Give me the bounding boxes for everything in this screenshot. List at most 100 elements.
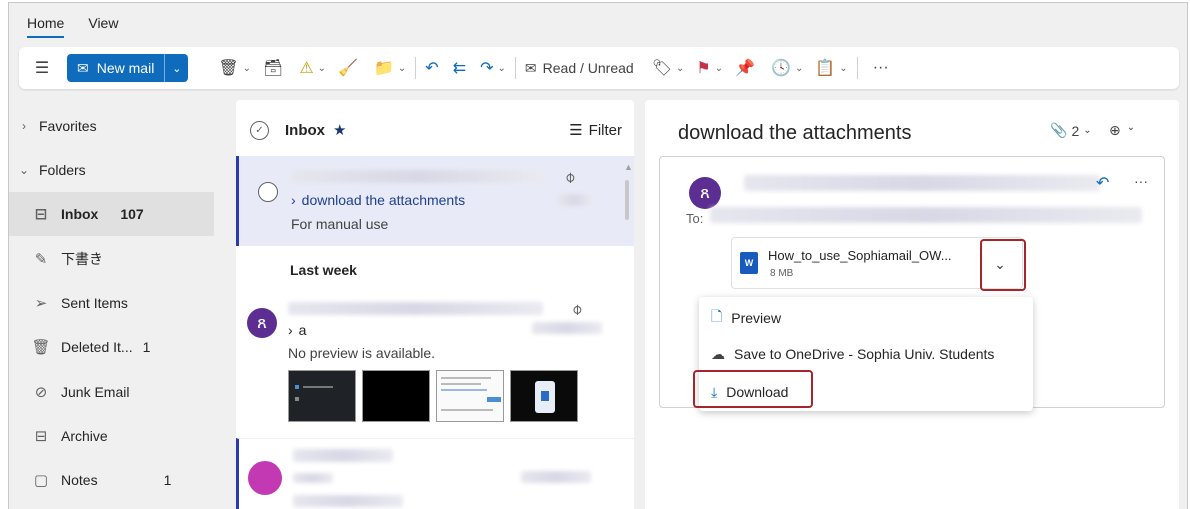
chevron-down-icon: ⌄ — [1083, 125, 1092, 136]
attachment-size: 8 MB — [770, 268, 794, 279]
chevron-down-icon: ⌄ — [397, 62, 407, 74]
folder-sent[interactable]: ➢ Sent Items — [9, 281, 214, 325]
envelope-open-icon: ✉ — [524, 59, 537, 76]
highlight-box — [980, 239, 1026, 291]
delete-button[interactable]: 🗑 ⌄ — [218, 53, 251, 83]
attachment-thumbnail[interactable] — [510, 370, 578, 422]
menu-item-save-onedrive[interactable]: ☁ Save to OneDrive - Sophia Univ. Studen… — [699, 335, 1033, 373]
trash-icon: 🗑 — [218, 60, 239, 77]
subject-text: a — [298, 322, 307, 338]
select-message-checkbox[interactable] — [258, 182, 278, 202]
reply-icon: ↶ — [425, 60, 439, 77]
archive-button[interactable]: 🗃 — [263, 53, 283, 83]
tab-view[interactable]: View — [88, 15, 118, 38]
folder-label: Junk Email — [61, 384, 130, 400]
new-mail-button[interactable]: ✉ New mail — [67, 54, 165, 82]
zoom-icon: ⊕ — [1109, 122, 1121, 138]
forward-button[interactable]: ↷ ⌄ — [480, 53, 506, 83]
cloud-upload-icon: ☁ — [711, 345, 725, 362]
message-item-selected[interactable]: › download the attachments For manual us… — [236, 156, 634, 246]
flag-button[interactable]: ⚑ ⌄ — [696, 53, 723, 83]
folder-notes[interactable]: ▢ Notes 1 — [9, 458, 214, 502]
new-mail-button-group: ✉ New mail ⌄ — [67, 54, 189, 82]
folder-drafts[interactable]: ✎ 下書き — [9, 237, 214, 281]
zoom-button[interactable]: ⊕ ⌄ — [1109, 122, 1135, 139]
broom-icon: 🧹 — [338, 60, 358, 77]
new-mail-label: New mail — [96, 60, 155, 76]
clock-icon: 🕓 — [771, 60, 791, 77]
message-item[interactable]: ጸ › a ⌀ No preview is available. — [236, 290, 634, 438]
more-actions-icon[interactable]: ··· — [1134, 173, 1148, 189]
attachment-thumbnail[interactable] — [288, 370, 356, 422]
chevron-right-icon: › — [291, 192, 296, 208]
new-mail-dropdown[interactable]: ⌄ — [164, 54, 189, 82]
divider — [415, 57, 417, 79]
group-header: Last week — [290, 262, 357, 278]
reply-all-icon: ⇇ — [452, 60, 467, 77]
filter-label: Filter — [588, 121, 622, 139]
folder-label: Inbox — [61, 206, 99, 222]
unread-count: 1 — [142, 339, 151, 355]
message-preview: For manual use — [291, 216, 389, 232]
tab-home[interactable]: Home — [27, 15, 65, 38]
drafts-icon: ✎ — [34, 251, 48, 268]
folder-deleted[interactable]: 🗑 Deleted It... 1 — [9, 325, 214, 369]
menu-item-preview[interactable]: 🗋 Preview — [699, 299, 1033, 337]
scrollbar-thumb[interactable] — [625, 180, 629, 220]
folders-group[interactable]: ⌄ Folders — [9, 148, 214, 192]
warning-icon: ⚠ — [299, 60, 314, 77]
read-unread-button[interactable]: ✉ Read / Unread — [525, 53, 634, 83]
folder-inbox[interactable]: ⊟ Inbox 107 — [9, 192, 214, 236]
reply-icon[interactable]: ↶ — [1096, 173, 1109, 193]
filter-button[interactable]: ☰ Filter — [569, 121, 622, 140]
folder-junk[interactable]: ⊘ Junk Email — [9, 370, 214, 414]
subject-text: download the attachments — [301, 192, 466, 208]
reply-button[interactable]: ↶ — [425, 53, 438, 83]
message-subject: › a — [288, 322, 306, 338]
menu-label: Save to OneDrive - Sophia Univ. Students — [734, 346, 995, 362]
divider — [856, 57, 858, 79]
folder-archive[interactable]: ⊟ Archive — [9, 414, 214, 458]
favorites-group[interactable]: › Favorites — [9, 104, 214, 148]
favorites-label: Favorites — [39, 118, 97, 134]
categorize-button[interactable]: 🏷 ⌄ — [652, 53, 685, 83]
select-all-checkbox[interactable]: ✓ — [250, 120, 269, 140]
message-preview — [293, 495, 403, 507]
attachment-icon: ⌀ — [560, 168, 580, 187]
message-item[interactable] — [236, 438, 634, 509]
chevron-down-icon: ⌄ — [794, 62, 804, 74]
reply-all-button[interactable]: ⇇ — [453, 53, 466, 83]
highlight-box — [693, 370, 813, 408]
more-options-button[interactable]: ··· — [873, 53, 889, 83]
pin-button[interactable]: 📌 — [735, 53, 755, 83]
attachment-icon: ⌀ — [567, 300, 587, 319]
scrollbar-up-arrow[interactable]: ▲ — [624, 162, 633, 172]
filter-icon: ☰ — [569, 122, 583, 139]
outlook-window: Home View ☰ ✉ New mail ⌄ 🗑 ⌄ 🗃 ⚠ ⌄ 🧹 📁 ⌄ ↶ … — [8, 2, 1188, 509]
hamburger-menu-icon[interactable]: ☰ — [29, 53, 55, 83]
forward-icon: ↷ — [480, 60, 494, 77]
attachment-thumbnail[interactable] — [362, 370, 430, 422]
move-to-button[interactable]: 📁 ⌄ — [374, 53, 406, 83]
sender-name — [288, 302, 543, 315]
attachment-thumbnail[interactable] — [436, 370, 504, 422]
archive-icon: 🗃 — [263, 60, 284, 77]
rules-icon: 📋 — [815, 60, 836, 77]
message-list: ✓ Inbox ★ ☰ Filter › download the attach… — [236, 100, 634, 509]
message-date — [557, 194, 593, 206]
rules-button[interactable]: 📋 ⌄ — [815, 53, 847, 83]
message-subject — [293, 473, 333, 483]
avatar: ጸ — [247, 308, 277, 338]
attachment-count-button[interactable]: 📎 2 ⌄ — [1050, 122, 1092, 139]
folders-label: Folders — [39, 162, 86, 178]
sender-name — [291, 170, 546, 183]
snooze-button[interactable]: 🕓 ⌄ — [771, 53, 803, 83]
list-title: Inbox — [285, 121, 325, 139]
folder-label: Archive — [61, 428, 108, 444]
chevron-down-icon: ⌄ — [18, 163, 30, 177]
star-icon[interactable]: ★ — [333, 121, 346, 139]
sweep-button[interactable]: 🧹 — [338, 53, 358, 83]
report-button[interactable]: ⚠ ⌄ — [299, 53, 326, 83]
archive-icon: ⊟ — [34, 428, 48, 445]
chevron-down-icon: ⌄ — [839, 62, 848, 74]
